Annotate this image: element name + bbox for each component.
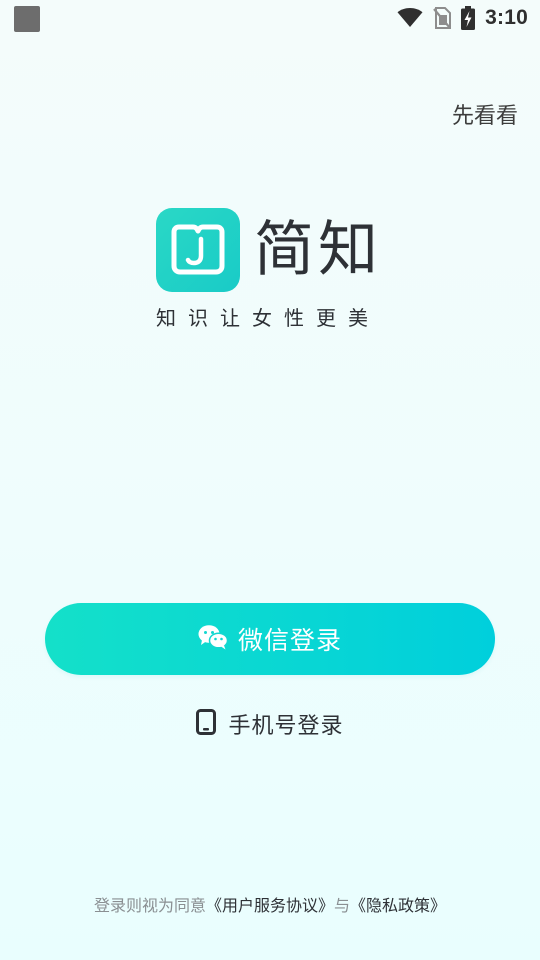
- notification-square-icon: [14, 6, 40, 32]
- agreement-prefix: 登录则视为同意: [93, 896, 206, 915]
- no-sim-icon: [433, 7, 452, 29]
- user-agreement-link[interactable]: 《用户服务协议》: [206, 896, 334, 915]
- phone-login-label: 手机号登录: [228, 714, 344, 739]
- phone-icon: [196, 709, 217, 739]
- book-j-logo-icon: [156, 208, 240, 292]
- brand-logo: 简知 知识让女性更美: [156, 208, 396, 338]
- wifi-icon: [397, 8, 423, 28]
- brand-name: 简知: [254, 215, 382, 285]
- privacy-policy-link[interactable]: 《隐私政策》: [350, 896, 446, 915]
- skip-button[interactable]: 先看看: [452, 98, 518, 130]
- brand-slogan: 知识让女性更美: [156, 306, 380, 330]
- wechat-login-label: 微信登录: [237, 626, 342, 655]
- wechat-icon: [198, 624, 229, 654]
- agreement-joiner: 与: [334, 896, 351, 915]
- agreement-text: 登录则视为同意《用户服务协议》与《隐私政策》: [0, 892, 540, 916]
- status-time: 3:10: [485, 6, 528, 29]
- status-bar: 3:10: [0, 0, 540, 36]
- phone-login-button[interactable]: 手机号登录: [0, 702, 540, 746]
- status-icons: 3:10: [397, 5, 528, 31]
- battery-charging-icon: [461, 6, 476, 30]
- wechat-login-button[interactable]: 微信登录: [45, 603, 495, 675]
